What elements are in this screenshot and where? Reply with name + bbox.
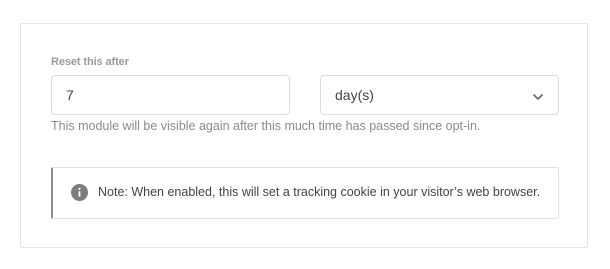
info-icon: [71, 184, 88, 201]
reset-amount-input[interactable]: [51, 75, 290, 115]
reset-settings-panel: Reset this after day(s) This module will…: [20, 23, 588, 248]
chevron-down-icon: [532, 90, 544, 102]
reset-help-text: This module will be visible again after …: [51, 119, 481, 133]
reset-unit-select[interactable]: day(s): [320, 75, 559, 115]
reset-unit-value: day(s): [335, 87, 374, 103]
notice-text: Note: When enabled, this will set a trac…: [98, 185, 541, 199]
reset-after-label: Reset this after: [51, 56, 129, 68]
tracking-cookie-notice: Note: When enabled, this will set a trac…: [51, 167, 559, 219]
